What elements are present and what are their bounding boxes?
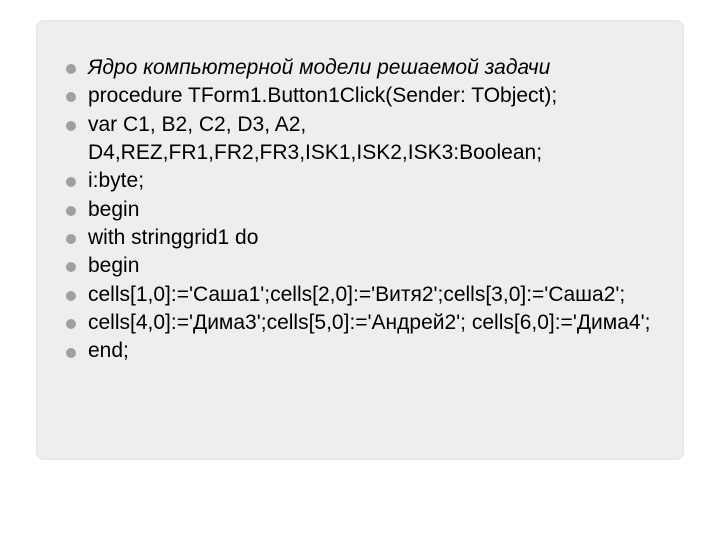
list-item: end; [60, 337, 660, 365]
line-text: Ядро компьютерной модели решаемой задачи [88, 56, 550, 79]
list-item: begin [60, 252, 660, 280]
line-text: procedure TForm1.Button1Click(Sender: TO… [88, 84, 557, 107]
line-text: with stringgrid1 do [88, 226, 258, 249]
line-text: cells[1,0]:='Саша1';cells[2,0]:='Витя2';… [88, 283, 625, 306]
list-item: cells[4,0]:='Дима3';cells[5,0]:='Андрей2… [60, 309, 660, 337]
bullet-list: Ядро компьютерной модели решаемой задачи… [60, 54, 660, 366]
slide: Ядро компьютерной модели решаемой задачи… [0, 0, 720, 540]
list-item: cells[1,0]:='Саша1';cells[2,0]:='Витя2';… [60, 281, 660, 309]
line-text: begin [88, 198, 139, 221]
line-text: i:byte; [88, 169, 144, 192]
line-text: var C1, B2, C2, D3, A2, D4,REZ,FR1,FR2,F… [88, 113, 542, 164]
list-item: begin [60, 196, 660, 224]
list-item: procedure TForm1.Button1Click(Sender: TO… [60, 82, 660, 110]
line-text: end; [88, 339, 129, 362]
line-text: begin [88, 254, 139, 277]
list-item: Ядро компьютерной модели решаемой задачи [60, 54, 660, 82]
list-item: i:byte; [60, 167, 660, 195]
list-item: var C1, B2, C2, D3, A2, D4,REZ,FR1,FR2,F… [60, 111, 660, 168]
list-item: with stringgrid1 do [60, 224, 660, 252]
content-box: Ядро компьютерной модели решаемой задачи… [36, 20, 684, 460]
line-text: cells[4,0]:='Дима3';cells[5,0]:='Андрей2… [88, 311, 650, 334]
